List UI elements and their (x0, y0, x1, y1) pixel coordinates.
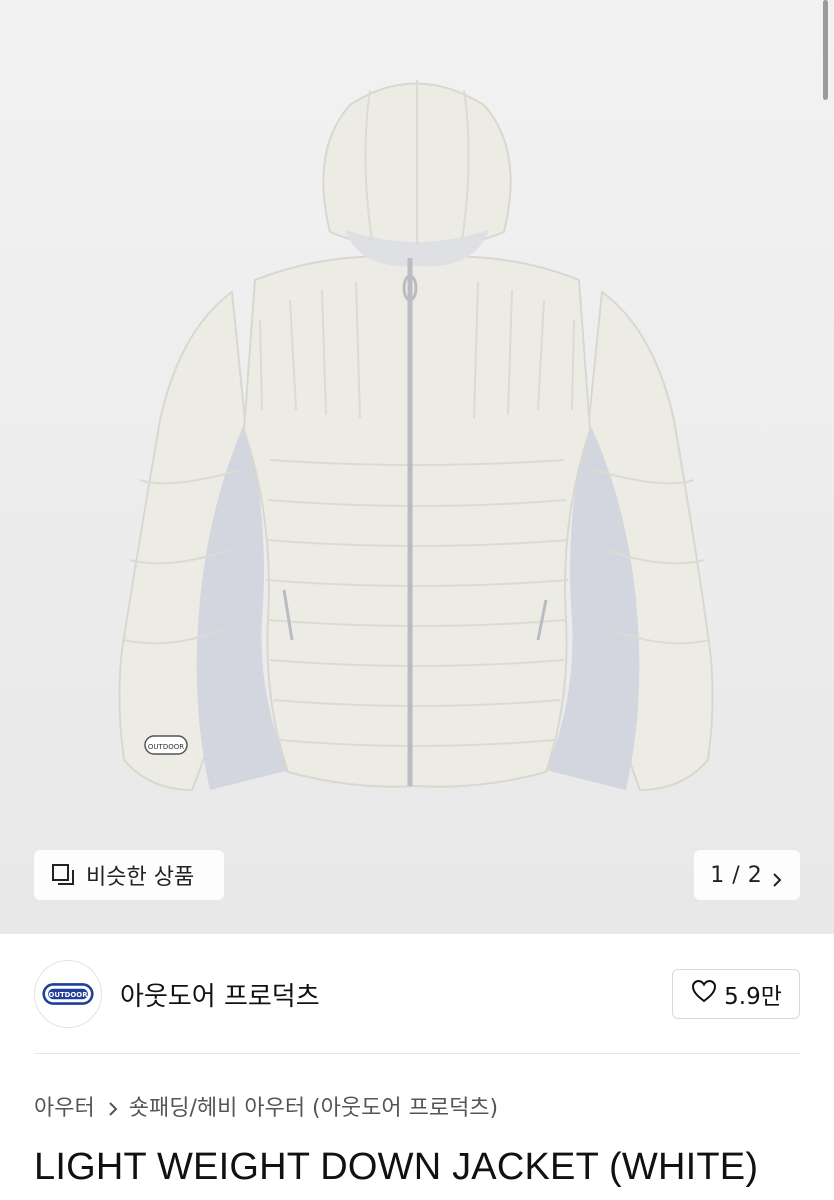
chevron-right-icon (770, 868, 784, 887)
product-title: LIGHT WEIGHT DOWN JACKET (WHITE) (34, 1146, 759, 1188)
page-separator: / (732, 862, 740, 888)
scrollbar-thumb[interactable] (823, 0, 828, 100)
store-row: OUTDOOR 아웃도어 프로덕츠 5.9만 (34, 959, 800, 1029)
similar-items-icon (50, 862, 76, 888)
divider (34, 1053, 800, 1054)
similar-items-button[interactable]: 비슷한 상품 (34, 850, 224, 900)
like-count: 5.9만 (724, 984, 782, 1010)
page-total: 2 (747, 862, 762, 888)
page-current: 1 (710, 862, 725, 888)
product-photo: OUTDOOR (118, 80, 714, 792)
heart-outline-icon (690, 977, 718, 1011)
product-image-gallery[interactable]: OUTDOOR 비슷한 상품 1 / 2 (0, 0, 834, 934)
jacket-logo-badge: OUTDOOR (148, 743, 184, 751)
breadcrumb-category[interactable]: 아우터 (34, 1090, 95, 1122)
breadcrumb: 아우터 숏패딩/헤비 아우터 (아웃도어 프로덕츠) (34, 1090, 498, 1122)
store-logo[interactable]: OUTDOOR (34, 960, 102, 1028)
like-button[interactable]: 5.9만 (672, 969, 800, 1019)
store-name[interactable]: 아웃도어 프로덕츠 (120, 976, 320, 1013)
store-logo-text: OUTDOOR (48, 991, 88, 999)
image-page-indicator[interactable]: 1 / 2 (694, 850, 800, 900)
breadcrumb-subcategory[interactable]: 숏패딩/헤비 아우터 (아웃도어 프로덕츠) (129, 1090, 498, 1122)
similar-items-label: 비슷한 상품 (86, 865, 195, 890)
chevron-right-icon (105, 1098, 121, 1116)
